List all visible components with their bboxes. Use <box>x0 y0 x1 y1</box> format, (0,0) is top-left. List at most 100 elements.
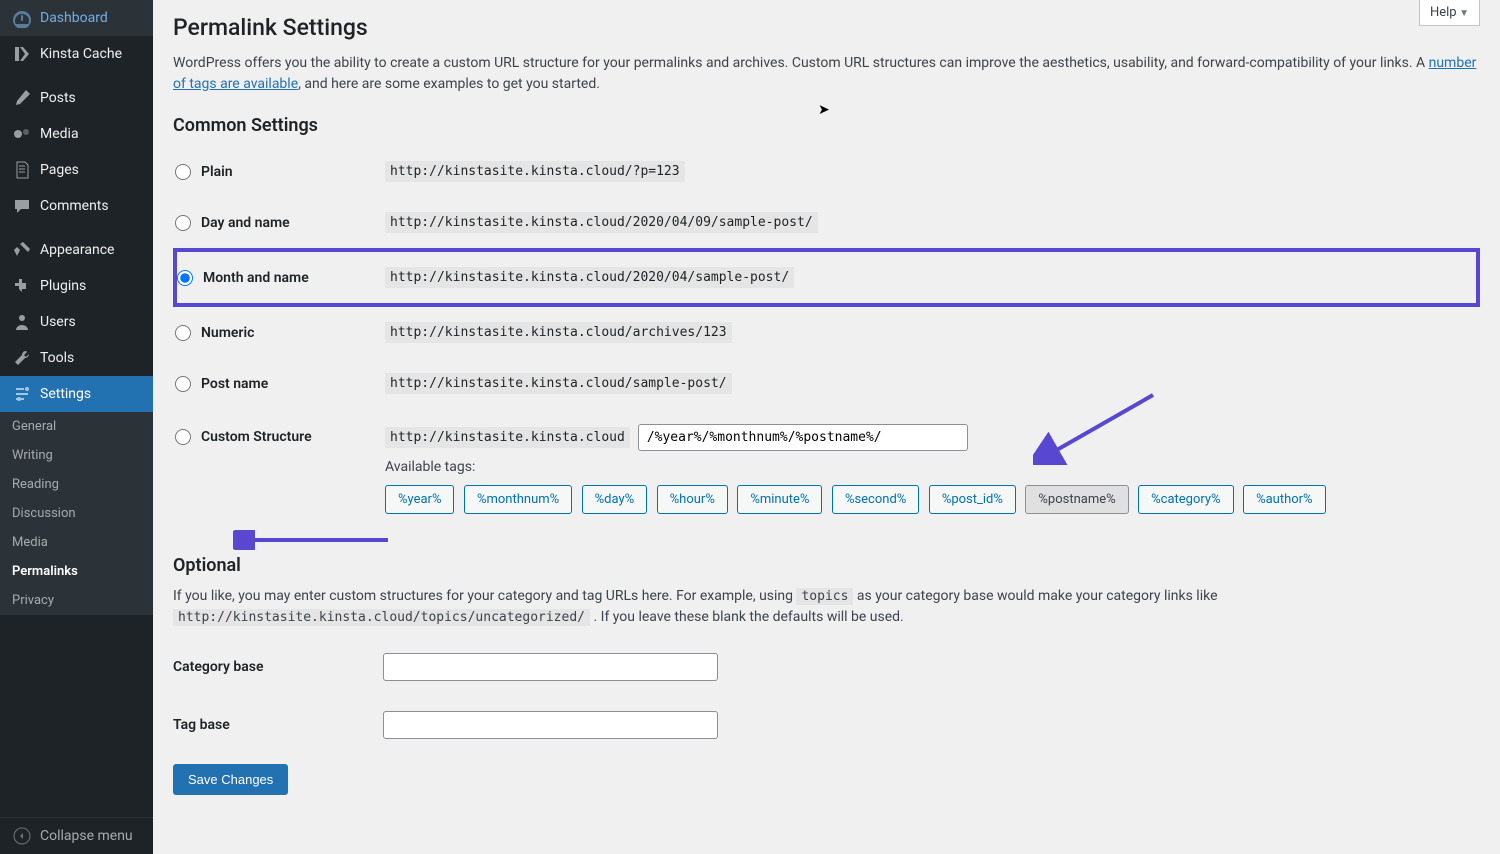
intro-paragraph: WordPress offers you the ability to crea… <box>173 53 1480 95</box>
label: Users <box>40 314 76 330</box>
example-post-name: http://kinstasite.kinsta.cloud/sample-po… <box>385 373 732 394</box>
example-url-code: http://kinstasite.kinsta.cloud/topics/un… <box>173 609 590 626</box>
radio-custom[interactable] <box>175 429 191 445</box>
plugins-icon <box>12 276 32 296</box>
optional-heading: Optional <box>173 555 1480 576</box>
sidebar-item-kinsta-cache[interactable]: Kinsta Cache <box>0 36 153 72</box>
tag-base-input[interactable] <box>383 711 718 739</box>
sidebar-item-media[interactable]: Media <box>0 116 153 152</box>
example-plain: http://kinstasite.kinsta.cloud/?p=123 <box>385 161 685 182</box>
submenu-reading[interactable]: Reading <box>0 470 153 499</box>
sidebar-item-plugins[interactable]: Plugins <box>0 268 153 304</box>
tag-postname[interactable]: %postname% <box>1025 485 1128 514</box>
submenu-permalinks[interactable]: Permalinks <box>0 557 153 586</box>
collapse-menu[interactable]: Collapse menu <box>0 817 153 854</box>
label: Kinsta Cache <box>40 46 122 62</box>
common-settings-heading: Common Settings <box>173 115 1480 136</box>
save-button[interactable]: Save Changes <box>173 764 288 795</box>
label: Dashboard <box>40 10 108 26</box>
category-base-label: Category base <box>173 659 373 675</box>
tag-post-id[interactable]: %post_id% <box>929 485 1016 514</box>
admin-sidebar: Dashboard Kinsta Cache Posts Media Pages… <box>0 0 153 854</box>
option-row-post-name: Post name http://kinstasite.kinsta.cloud… <box>175 358 1478 409</box>
content-area: Help ➤ Permalink Settings WordPress offe… <box>153 0 1500 854</box>
settings-submenu: General Writing Reading Discussion Media… <box>0 412 153 615</box>
label: Pages <box>40 162 79 178</box>
permalink-options-table: Plain http://kinstasite.kinsta.cloud/?p=… <box>173 146 1480 535</box>
available-tags-label: Available tags: <box>385 459 1468 475</box>
users-icon <box>12 312 32 332</box>
appearance-icon <box>12 240 32 260</box>
tag-hour[interactable]: %hour% <box>657 485 728 514</box>
option-label-month-name[interactable]: Month and name <box>177 270 375 286</box>
label: Settings <box>40 386 91 402</box>
label: Appearance <box>40 242 114 258</box>
option-row-plain: Plain http://kinstasite.kinsta.cloud/?p=… <box>175 146 1478 197</box>
submenu-general[interactable]: General <box>0 412 153 441</box>
option-row-day-name: Day and name http://kinstasite.kinsta.cl… <box>175 197 1478 250</box>
option-label-numeric[interactable]: Numeric <box>175 325 375 341</box>
sidebar-item-comments[interactable]: Comments <box>0 188 153 224</box>
optional-paragraph: If you like, you may enter custom struct… <box>173 586 1480 628</box>
tag-base-row: Tag base <box>173 696 1480 754</box>
custom-base-url: http://kinstasite.kinsta.cloud <box>385 427 630 448</box>
media-icon <box>12 124 32 144</box>
topics-code: topics <box>796 588 853 605</box>
separator <box>0 72 153 80</box>
tag-second[interactable]: %second% <box>832 485 919 514</box>
sidebar-item-posts[interactable]: Posts <box>0 80 153 116</box>
radio-month-name[interactable] <box>177 270 193 286</box>
kinsta-icon <box>12 44 32 64</box>
tag-year[interactable]: %year% <box>385 485 454 514</box>
separator <box>0 224 153 232</box>
option-row-numeric: Numeric http://kinstasite.kinsta.cloud/a… <box>175 305 1478 358</box>
collapse-icon <box>12 826 32 846</box>
label: Tools <box>40 350 74 366</box>
radio-numeric[interactable] <box>175 325 191 341</box>
example-day-name: http://kinstasite.kinsta.cloud/2020/04/0… <box>385 212 818 233</box>
tools-icon <box>12 348 32 368</box>
sidebar-item-dashboard[interactable]: Dashboard <box>0 0 153 36</box>
help-tab[interactable]: Help <box>1419 0 1480 26</box>
submenu-writing[interactable]: Writing <box>0 441 153 470</box>
example-month-name: http://kinstasite.kinsta.cloud/2020/04/s… <box>385 267 794 288</box>
label: Comments <box>40 198 109 214</box>
category-base-input[interactable] <box>383 653 718 681</box>
submenu-privacy[interactable]: Privacy <box>0 586 153 615</box>
tag-author[interactable]: %author% <box>1243 485 1326 514</box>
sidebar-item-pages[interactable]: Pages <box>0 152 153 188</box>
tag-day[interactable]: %day% <box>582 485 648 514</box>
optional-table: Category base Tag base <box>173 638 1480 754</box>
tag-base-label: Tag base <box>173 717 373 733</box>
category-base-row: Category base <box>173 638 1480 696</box>
comments-icon <box>12 196 32 216</box>
option-label-post-name[interactable]: Post name <box>175 376 375 392</box>
sidebar-item-tools[interactable]: Tools <box>0 340 153 376</box>
tags-row: %year% %monthnum% %day% %hour% %minute% … <box>385 485 1468 520</box>
pages-icon <box>12 160 32 180</box>
sidebar-item-users[interactable]: Users <box>0 304 153 340</box>
submenu-discussion[interactable]: Discussion <box>0 499 153 528</box>
radio-day-name[interactable] <box>175 215 191 231</box>
page-title: Permalink Settings <box>173 14 1480 41</box>
label: Media <box>40 126 79 142</box>
label: Collapse menu <box>40 828 133 844</box>
option-label-plain[interactable]: Plain <box>175 164 375 180</box>
sidebar-item-appearance[interactable]: Appearance <box>0 232 153 268</box>
radio-post-name[interactable] <box>175 376 191 392</box>
settings-icon <box>12 384 32 404</box>
submenu-media[interactable]: Media <box>0 528 153 557</box>
option-label-day-name[interactable]: Day and name <box>175 215 375 231</box>
example-numeric: http://kinstasite.kinsta.cloud/archives/… <box>385 322 732 343</box>
radio-plain[interactable] <box>175 164 191 180</box>
tag-minute[interactable]: %minute% <box>737 485 822 514</box>
sidebar-item-settings[interactable]: Settings <box>0 376 153 412</box>
option-row-custom: Custom Structure http://kinstasite.kinst… <box>175 409 1478 535</box>
custom-structure-input[interactable] <box>638 424 968 451</box>
option-row-month-name: Month and name http://kinstasite.kinsta.… <box>175 250 1478 305</box>
tag-monthnum[interactable]: %monthnum% <box>464 485 572 514</box>
label: Plugins <box>40 278 86 294</box>
tag-category[interactable]: %category% <box>1138 485 1233 514</box>
posts-icon <box>12 88 32 108</box>
option-label-custom[interactable]: Custom Structure <box>175 429 375 445</box>
